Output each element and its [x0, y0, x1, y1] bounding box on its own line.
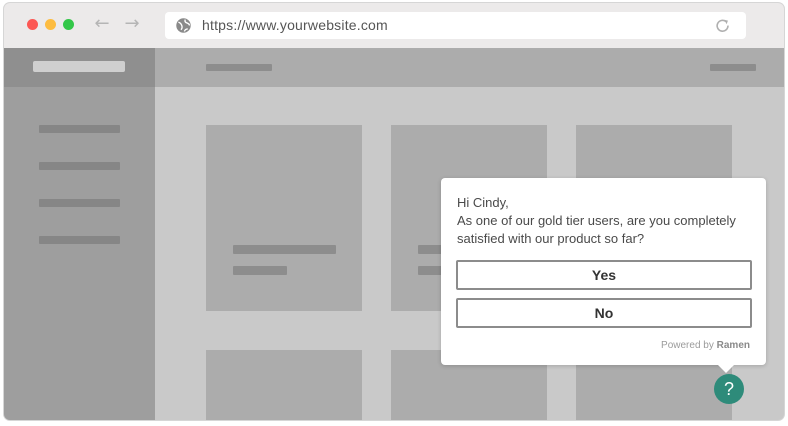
globe-icon [176, 18, 191, 33]
content-card-placeholder [206, 350, 362, 420]
survey-message: Hi Cindy, As one of our gold tier users,… [457, 194, 757, 248]
page-title-placeholder [206, 64, 272, 71]
minimize-window-button[interactable] [45, 19, 56, 30]
browser-titlebar: ← → https://www.yourwebsite.com [4, 3, 784, 48]
no-button[interactable]: No [456, 298, 752, 328]
survey-greeting: Hi Cindy, [457, 195, 509, 210]
account-menu-placeholder[interactable] [710, 64, 756, 71]
back-arrow-icon[interactable]: ← [92, 14, 112, 34]
sidebar-item-placeholder[interactable] [39, 162, 120, 170]
browser-window: ← → https://www.yourwebsite.com Hi Cindy… [4, 3, 784, 420]
logo-placeholder [33, 61, 125, 72]
survey-question-line: satisfied with our product so far? [457, 231, 645, 246]
powered-by-label: Powered by Ramen [661, 340, 750, 351]
url-text[interactable]: https://www.yourwebsite.com [202, 17, 388, 33]
address-bar[interactable]: https://www.yourwebsite.com [165, 12, 746, 39]
content-card-placeholder [206, 125, 362, 311]
top-bar [155, 48, 784, 87]
maximize-window-button[interactable] [63, 19, 74, 30]
help-icon[interactable]: ? [714, 374, 744, 404]
survey-question-line: As one of our gold tier users, are you c… [457, 213, 736, 228]
close-window-button[interactable] [27, 19, 38, 30]
sidebar [4, 48, 155, 420]
yes-button[interactable]: Yes [456, 260, 752, 290]
sidebar-item-placeholder[interactable] [39, 125, 120, 133]
text-line-placeholder [233, 266, 287, 275]
sidebar-header [4, 48, 155, 87]
forward-arrow-icon[interactable]: → [122, 14, 142, 34]
text-line-placeholder [233, 245, 336, 254]
reload-icon[interactable] [714, 17, 732, 35]
survey-popup: Hi Cindy, As one of our gold tier users,… [441, 178, 766, 373]
sidebar-item-placeholder[interactable] [39, 236, 120, 244]
powered-by-brand[interactable]: Ramen [717, 340, 750, 351]
powered-by-prefix: Powered by [661, 340, 714, 351]
sidebar-item-placeholder[interactable] [39, 199, 120, 207]
